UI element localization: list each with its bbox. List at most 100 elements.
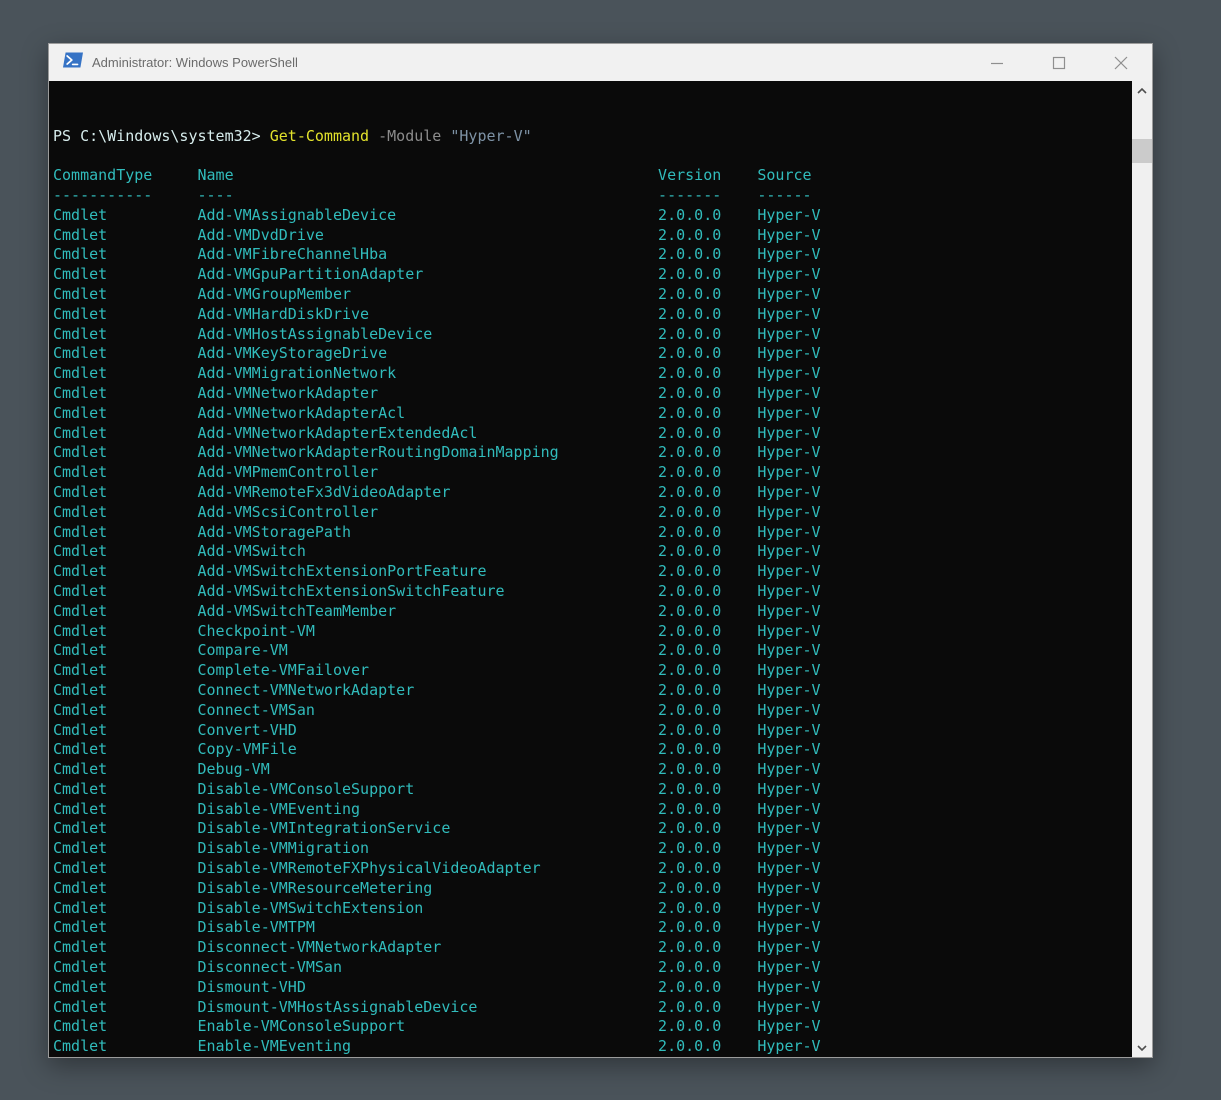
table-row: CmdletAdd-VMNetworkAdapterAcl2.0.0.0Hype… — [53, 404, 1132, 424]
cell-source: Hyper-V — [757, 483, 820, 503]
cell-commandtype: Cmdlet — [53, 384, 197, 404]
cell-source: Hyper-V — [757, 641, 820, 661]
table-row: CmdletAdd-VMSwitch2.0.0.0Hyper-V — [53, 542, 1132, 562]
table-row: CmdletAdd-VMNetworkAdapter2.0.0.0Hyper-V — [53, 384, 1132, 404]
cell-source: Hyper-V — [757, 622, 820, 642]
cell-name: Disconnect-VMNetworkAdapter — [197, 938, 658, 958]
cell-source: Hyper-V — [757, 661, 820, 681]
cell-commandtype: Cmdlet — [53, 582, 197, 602]
maximize-button[interactable] — [1028, 44, 1090, 81]
cell-version: 2.0.0.0 — [658, 760, 757, 780]
cell-version: 2.0.0.0 — [658, 503, 757, 523]
cell-source: Hyper-V — [757, 958, 820, 978]
cell-commandtype: Cmdlet — [53, 958, 197, 978]
blank-line — [53, 146, 1132, 166]
cell-commandtype: Cmdlet — [53, 819, 197, 839]
cell-version: 2.0.0.0 — [658, 701, 757, 721]
cell-source: Hyper-V — [757, 839, 820, 859]
cell-source: Hyper-V — [757, 325, 820, 345]
cell-name: Disable-VMMigration — [197, 839, 658, 859]
cell-commandtype: Cmdlet — [53, 562, 197, 582]
cell-commandtype: Cmdlet — [53, 622, 197, 642]
cell-name: Add-VMSwitch — [197, 542, 658, 562]
cell-version: 2.0.0.0 — [658, 463, 757, 483]
cell-version: 2.0.0.0 — [658, 938, 757, 958]
cell-commandtype: Cmdlet — [53, 364, 197, 384]
table-row: CmdletDisable-VMResourceMetering2.0.0.0H… — [53, 879, 1132, 899]
minimize-button[interactable] — [966, 44, 1028, 81]
table-row: CmdletDisable-VMSwitchExtension2.0.0.0Hy… — [53, 899, 1132, 919]
cell-source: Hyper-V — [757, 384, 820, 404]
close-button[interactable] — [1090, 44, 1152, 81]
blank-line — [53, 107, 1132, 127]
cell-version: 2.0.0.0 — [658, 285, 757, 305]
header-version: Version — [658, 166, 757, 186]
table-row: CmdletAdd-VMSwitchExtensionSwitchFeature… — [53, 582, 1132, 602]
cell-source: Hyper-V — [757, 918, 820, 938]
cell-version: 2.0.0.0 — [658, 424, 757, 444]
cell-source: Hyper-V — [757, 879, 820, 899]
table-row: CmdletAdd-VMGpuPartitionAdapter2.0.0.0Hy… — [53, 265, 1132, 285]
table-row: CmdletConnect-VMNetworkAdapter2.0.0.0Hyp… — [53, 681, 1132, 701]
scroll-down-button[interactable] — [1132, 1038, 1152, 1057]
table-row: CmdletDisable-VMRemoteFXPhysicalVideoAda… — [53, 859, 1132, 879]
table-row: CmdletCheckpoint-VM2.0.0.0Hyper-V — [53, 622, 1132, 642]
cell-source: Hyper-V — [757, 760, 820, 780]
cell-source: Hyper-V — [757, 344, 820, 364]
cell-commandtype: Cmdlet — [53, 285, 197, 305]
cell-source: Hyper-V — [757, 938, 820, 958]
cell-name: Disable-VMTPM — [197, 918, 658, 938]
cell-name: Dismount-VHD — [197, 978, 658, 998]
cell-commandtype: Cmdlet — [53, 245, 197, 265]
underline-source: ------ — [757, 186, 811, 206]
cell-name: Add-VMMigrationNetwork — [197, 364, 658, 384]
cell-version: 2.0.0.0 — [658, 443, 757, 463]
scrollbar-thumb[interactable] — [1132, 139, 1152, 163]
cell-commandtype: Cmdlet — [53, 1037, 197, 1057]
table-row: CmdletAdd-VMSwitchExtensionPortFeature2.… — [53, 562, 1132, 582]
cell-source: Hyper-V — [757, 285, 820, 305]
table-row: CmdletCopy-VMFile2.0.0.0Hyper-V — [53, 740, 1132, 760]
titlebar[interactable]: Administrator: Windows PowerShell — [49, 44, 1152, 81]
table-row: CmdletDebug-VM2.0.0.0Hyper-V — [53, 760, 1132, 780]
cell-name: Debug-VM — [197, 760, 658, 780]
cell-name: Dismount-VMHostAssignableDevice — [197, 998, 658, 1018]
table-row: CmdletEnable-VMConsoleSupport2.0.0.0Hype… — [53, 1017, 1132, 1037]
cell-commandtype: Cmdlet — [53, 404, 197, 424]
console-output[interactable]: PS C:\Windows\system32> Get-Command -Mod… — [49, 81, 1132, 1057]
cell-version: 2.0.0.0 — [658, 998, 757, 1018]
cell-name: Add-VMHardDiskDrive — [197, 305, 658, 325]
cell-name: Add-VMNetworkAdapterRoutingDomainMapping — [197, 443, 658, 463]
scrollbar[interactable] — [1132, 81, 1152, 1057]
cell-commandtype: Cmdlet — [53, 879, 197, 899]
cell-commandtype: Cmdlet — [53, 978, 197, 998]
cell-commandtype: Cmdlet — [53, 206, 197, 226]
cell-version: 2.0.0.0 — [658, 622, 757, 642]
cell-source: Hyper-V — [757, 681, 820, 701]
cell-name: Add-VMPmemController — [197, 463, 658, 483]
cell-name: Disconnect-VMSan — [197, 958, 658, 978]
cell-commandtype: Cmdlet — [53, 918, 197, 938]
table-row: CmdletConnect-VMSan2.0.0.0Hyper-V — [53, 701, 1132, 721]
underline-commandtype: ----------- — [53, 186, 197, 206]
cell-name: Add-VMNetworkAdapter — [197, 384, 658, 404]
scroll-up-button[interactable] — [1132, 81, 1152, 100]
table-row: CmdletComplete-VMFailover2.0.0.0Hyper-V — [53, 661, 1132, 681]
window-title: Administrator: Windows PowerShell — [92, 55, 966, 70]
cell-source: Hyper-V — [757, 443, 820, 463]
table-row: CmdletAdd-VMAssignableDevice2.0.0.0Hyper… — [53, 206, 1132, 226]
cell-name: Add-VMNetworkAdapterAcl — [197, 404, 658, 424]
cell-commandtype: Cmdlet — [53, 542, 197, 562]
table-row: CmdletAdd-VMHardDiskDrive2.0.0.0Hyper-V — [53, 305, 1132, 325]
cell-source: Hyper-V — [757, 602, 820, 622]
cell-name: Add-VMGpuPartitionAdapter — [197, 265, 658, 285]
table-row: CmdletAdd-VMNetworkAdapterExtendedAcl2.0… — [53, 424, 1132, 444]
cell-commandtype: Cmdlet — [53, 424, 197, 444]
cell-version: 2.0.0.0 — [658, 721, 757, 741]
cell-name: Disable-VMResourceMetering — [197, 879, 658, 899]
cell-source: Hyper-V — [757, 582, 820, 602]
shell-prompt: PS C:\Windows\system32> — [53, 127, 270, 145]
cell-commandtype: Cmdlet — [53, 740, 197, 760]
cell-commandtype: Cmdlet — [53, 1017, 197, 1037]
cell-name: Convert-VHD — [197, 721, 658, 741]
